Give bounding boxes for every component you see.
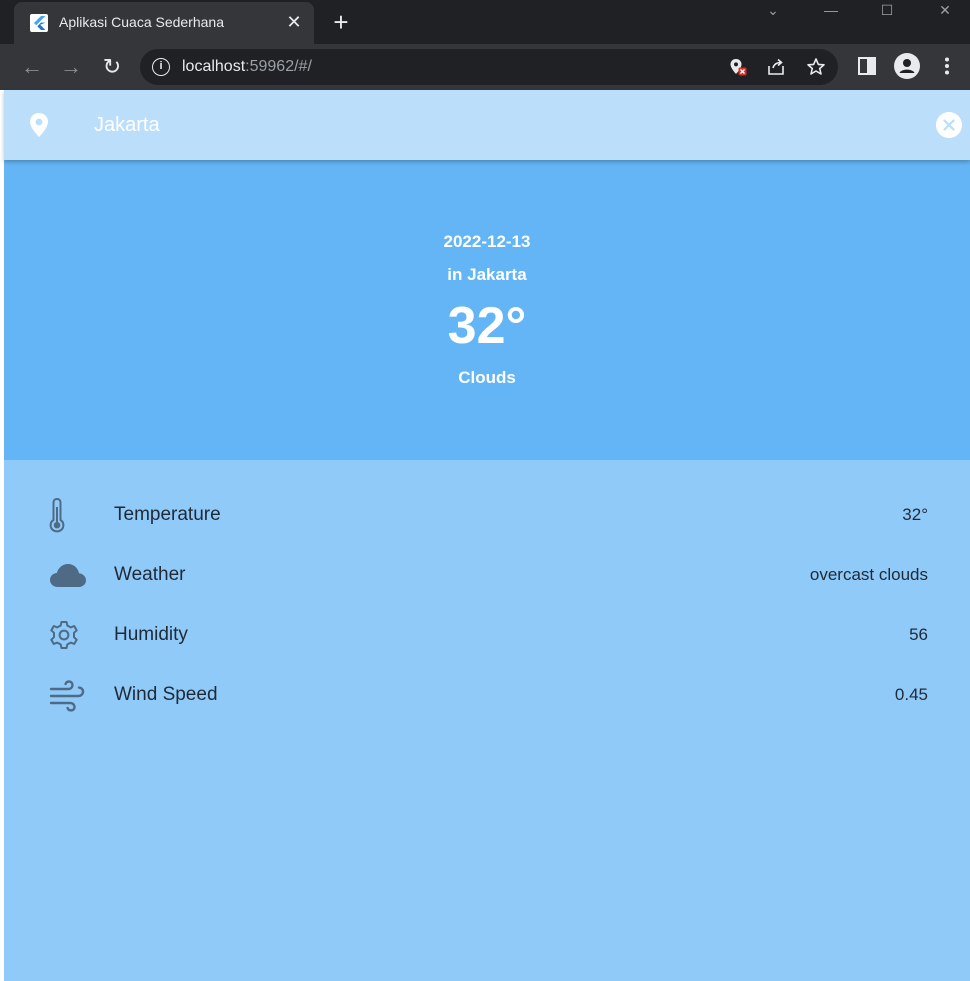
forward-arrow-icon[interactable]: → — [57, 53, 85, 81]
profile-icon[interactable] — [894, 53, 920, 79]
browser-tab[interactable]: Aplikasi Cuaca Sederhana ✕ — [14, 2, 314, 44]
url-text[interactable]: localhost:59962/#/ — [182, 58, 312, 76]
maximize-icon[interactable]: ☐ — [864, 0, 910, 20]
location-pin-icon — [30, 113, 48, 137]
detail-value: 32° — [902, 505, 928, 524]
cloud-icon — [50, 564, 86, 587]
current-temperature: 32° — [447, 297, 527, 355]
detail-label: Wind Speed — [114, 684, 218, 705]
url-host: localhost — [182, 58, 246, 75]
detail-row-humidity: Humidity 56 — [4, 605, 970, 665]
new-tab-button[interactable]: + — [328, 9, 354, 35]
bookmark-star-icon[interactable] — [806, 57, 826, 77]
tab-title: Aplikasi Cuaca Sederhana — [59, 14, 224, 30]
browser-tab-strip: Aplikasi Cuaca Sederhana ✕ + ⌄ — ☐ ✕ — [0, 0, 970, 44]
search-bar — [4, 90, 970, 160]
browser-toolbar: ← → ↻ i localhost:59962/#/ — [0, 44, 970, 90]
detail-value: 56 — [909, 625, 928, 644]
minimize-icon[interactable]: — — [808, 0, 854, 20]
clear-circle-icon[interactable] — [936, 112, 962, 138]
detail-value: overcast clouds — [809, 565, 928, 584]
url-path: :59962/#/ — [245, 58, 312, 75]
current-weather-card: 2022-12-13 in Jakarta 32° Clouds — [4, 160, 970, 460]
detail-label: Temperature — [114, 504, 221, 525]
thermometer-icon — [49, 497, 65, 533]
reload-icon[interactable]: ↻ — [98, 53, 126, 81]
flutter-favicon — [30, 14, 48, 32]
detail-label: Weather — [114, 564, 186, 585]
tab-search-icon[interactable]: ⌄ — [750, 0, 796, 20]
weather-main-description: Clouds — [458, 368, 516, 387]
tab-close-icon[interactable]: ✕ — [284, 11, 304, 33]
detail-label: Humidity — [114, 624, 188, 645]
side-panel-icon[interactable] — [856, 55, 878, 77]
location-blocked-icon[interactable] — [728, 57, 748, 77]
weather-city: in Jakarta — [447, 265, 527, 284]
gear-icon — [50, 621, 78, 649]
weather-date: 2022-12-13 — [443, 232, 531, 251]
detail-row-weather: Weather overcast clouds — [4, 545, 970, 605]
detail-value: 0.45 — [894, 685, 928, 704]
detail-row-temperature: Temperature 32° — [4, 485, 970, 545]
weather-app: 2022-12-13 in Jakarta 32° Clouds Tempera… — [4, 90, 970, 981]
share-icon[interactable] — [766, 57, 786, 77]
menu-kebab-icon[interactable] — [936, 55, 958, 77]
address-bar[interactable]: i localhost:59962/#/ — [140, 49, 838, 85]
detail-row-wind-speed: Wind Speed 0.45 — [4, 665, 970, 725]
site-info-icon[interactable]: i — [152, 58, 170, 76]
window-close-icon[interactable]: ✕ — [922, 0, 968, 20]
back-arrow-icon[interactable]: ← — [18, 53, 46, 81]
city-search-input[interactable] — [94, 112, 894, 138]
wind-icon — [49, 680, 85, 712]
